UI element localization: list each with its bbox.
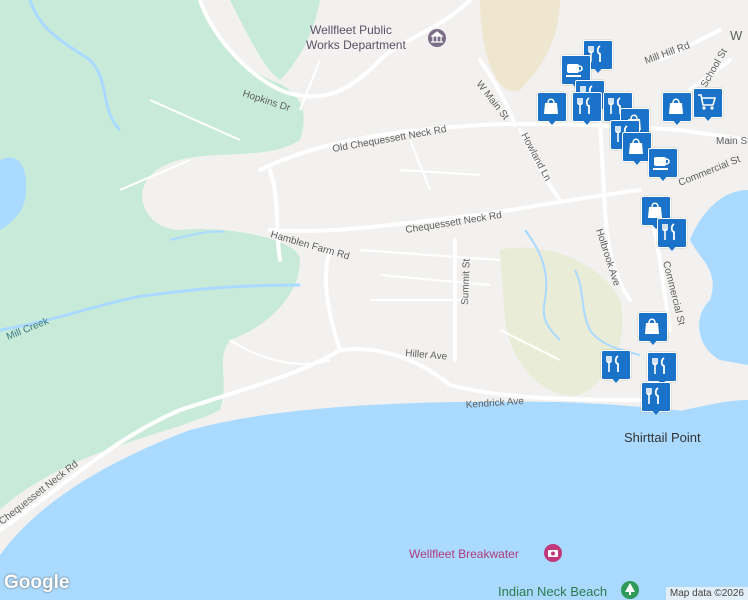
restaurant-icon xyxy=(577,97,590,114)
shopping-cart-icon xyxy=(698,94,717,110)
restaurant-icon xyxy=(646,387,659,404)
map-marker[interactable] xyxy=(657,218,687,252)
map-marker[interactable] xyxy=(693,88,723,122)
road-label: Main St xyxy=(716,136,748,147)
poi-label: Indian Neck Beach xyxy=(498,584,607,599)
landmark-icon xyxy=(428,29,446,47)
coffee-icon xyxy=(653,157,670,170)
map-marker[interactable] xyxy=(662,92,692,126)
google-logo: Google xyxy=(4,572,70,593)
map-marker[interactable] xyxy=(572,92,602,126)
map-marker[interactable] xyxy=(601,350,631,384)
restaurant-icon xyxy=(662,223,675,240)
tree-icon xyxy=(621,581,639,599)
shopping-bag-icon xyxy=(544,98,558,114)
camera-icon xyxy=(544,544,562,562)
map-canvas[interactable]: Hopkins Dr Old Chequessett Neck Rd Hambl… xyxy=(0,0,748,600)
shopping-bag-icon xyxy=(629,138,643,154)
restaurant-icon xyxy=(652,357,665,374)
poi-label: Works Department xyxy=(306,38,406,52)
shopping-bag-icon xyxy=(645,318,659,334)
map-marker[interactable] xyxy=(648,148,678,182)
map-marker[interactable] xyxy=(641,382,671,416)
poi-label: Wellfleet Breakwater xyxy=(409,547,519,561)
poi-label: Wellfleet Public xyxy=(310,23,392,37)
road-label: Summit St xyxy=(460,258,473,305)
restaurant-icon xyxy=(606,355,619,372)
place-label-shirttail-point: Shirttail Point xyxy=(624,430,701,445)
map-marker[interactable] xyxy=(537,92,567,126)
coffee-icon xyxy=(566,64,583,77)
map-marker[interactable] xyxy=(647,352,677,386)
map-marker[interactable] xyxy=(638,312,668,346)
road-label: W xyxy=(730,28,743,43)
shopping-bag-icon xyxy=(648,202,662,218)
shopping-bag-icon xyxy=(669,98,683,114)
map-attribution[interactable]: Map data ©2026 xyxy=(665,587,748,600)
